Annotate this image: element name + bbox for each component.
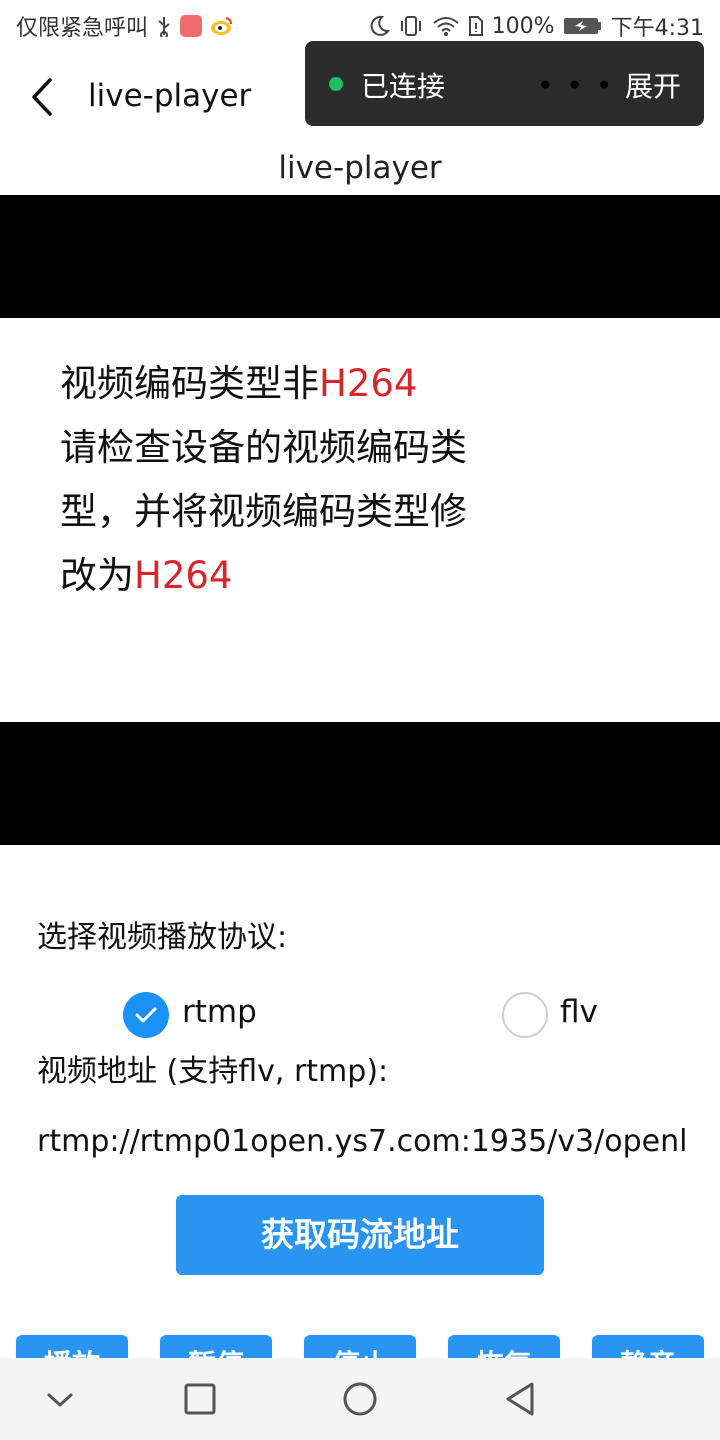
video-error-text-2: 请检查设备的视频编码类型，并将视频编码类型修改为 (60, 426, 467, 597)
usb-icon (158, 17, 170, 37)
video-error-text-1: 视频编码类型非 (60, 362, 319, 405)
battery-percent: 100% (491, 13, 555, 39)
status-left: 仅限紧急呼叫 (16, 10, 234, 42)
radio-rtmp-label[interactable]: rtmp (182, 994, 257, 1030)
expand-button[interactable]: 展开 (625, 65, 681, 105)
protocol-label: 选择视频播放协议: (37, 920, 288, 955)
nav-title: live-player (88, 78, 252, 114)
moon-icon (370, 15, 390, 36)
connection-status-text: 已连接 (361, 70, 446, 103)
check-icon (135, 1007, 157, 1023)
weibo-icon (211, 17, 233, 35)
wifi-icon (433, 17, 459, 36)
system-nav-bar (0, 1358, 720, 1440)
collapse-chevron-icon[interactable] (44, 1384, 76, 1416)
chevron-left-icon[interactable] (26, 74, 62, 120)
video-letterbox-bottom (0, 722, 720, 845)
video-letterbox-top (0, 195, 720, 318)
carrier-text: 仅限紧急呼叫 (16, 16, 149, 41)
home-icon[interactable] (341, 1380, 379, 1418)
battery-icon (563, 18, 601, 34)
video-error-message: 视频编码类型非H264 请检查设备的视频编码类型，并将视频编码类型修改为H264 (60, 352, 500, 608)
radio-flv[interactable] (502, 992, 548, 1038)
radio-flv-label[interactable]: flv (560, 994, 598, 1030)
get-stream-url-button[interactable]: 获取码流地址 (176, 1195, 544, 1275)
url-label: 视频地址 (支持flv, rtmp): (37, 1054, 389, 1089)
page-title: live-player (278, 150, 442, 186)
app-notification-icon (180, 15, 203, 37)
radio-rtmp[interactable] (123, 992, 169, 1038)
vibrate-icon (400, 16, 421, 36)
connected-status-dot (329, 77, 343, 91)
more-options-icon[interactable]: • • • (537, 69, 614, 102)
clock: 下午4:31 (610, 16, 704, 41)
video-error-code-1: H264 (319, 362, 418, 405)
sim-icon (468, 16, 483, 36)
status-right: 100% 下午4:31 (368, 10, 704, 42)
recents-icon[interactable] (183, 1382, 217, 1416)
stream-url-field[interactable]: rtmp://rtmp01open.ys7.com:1935/v3/openl (37, 1124, 697, 1159)
video-error-code-2: H264 (134, 554, 233, 597)
connection-toast: 已连接 • • • 展开 (305, 41, 704, 126)
back-nav-icon[interactable] (502, 1380, 538, 1418)
